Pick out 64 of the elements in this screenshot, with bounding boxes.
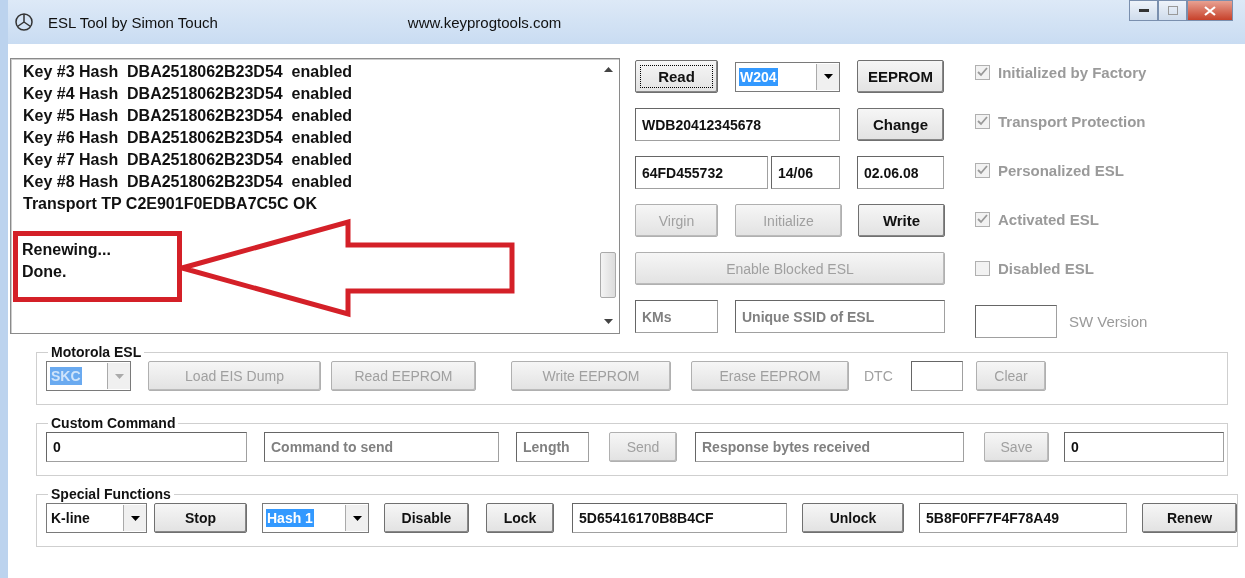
checkbox-label: Activated ESL xyxy=(998,210,1099,228)
input-field[interactable] xyxy=(911,361,963,391)
input-field[interactable]: 0 xyxy=(46,432,247,462)
star-emblem-icon xyxy=(14,12,34,32)
group-title: Motorola ESL xyxy=(50,344,143,360)
command-button[interactable]: Stop xyxy=(154,503,247,533)
checkbox[interactable] xyxy=(975,113,990,129)
command-button[interactable]: Lock xyxy=(486,503,554,533)
command-button[interactable]: Unlock xyxy=(802,503,904,533)
minimize-icon xyxy=(1138,8,1149,13)
scroll-down-icon[interactable] xyxy=(603,319,613,325)
scroll-up-icon[interactable] xyxy=(603,67,613,73)
checkbox-label: Transport Protection xyxy=(998,112,1146,130)
checkbox-label: Personalized ESL xyxy=(998,161,1124,179)
input-field[interactable]: 5B8F0FF7F4F78A49 xyxy=(919,503,1127,533)
minimize-button[interactable] xyxy=(1129,0,1158,21)
command-button[interactable]: Disable xyxy=(384,503,469,533)
checkbox-label: Initialized by Factory xyxy=(998,63,1147,81)
dropdown[interactable]: K-line xyxy=(46,503,147,533)
dropdown-value: W204 xyxy=(739,67,778,86)
dropdown-value: K-line xyxy=(50,509,91,527)
command-button[interactable]: Write xyxy=(858,204,945,237)
log-line: Key #5 Hash DBA2518062B23D54 enabled xyxy=(23,106,353,126)
command-button[interactable]: EEPROM xyxy=(857,60,944,93)
field-label: SW Version xyxy=(1069,313,1148,330)
command-button[interactable]: Read xyxy=(635,60,718,93)
log-line: Key #6 Hash DBA2518062B23D54 enabled xyxy=(23,128,353,148)
input-field[interactable]: 14/06 xyxy=(771,156,840,189)
checkbox-label: Disabled ESL xyxy=(998,259,1094,277)
dropdown-value: SKC xyxy=(50,367,82,385)
checkbox[interactable] xyxy=(975,162,990,178)
log-line: Renewing... xyxy=(22,240,111,260)
log-line: Key #3 Hash DBA2518062B23D54 enabled xyxy=(23,62,353,82)
checkbox[interactable] xyxy=(975,260,990,276)
close-icon xyxy=(1204,5,1216,16)
command-button[interactable]: Change xyxy=(857,108,944,141)
group-title: Special Functions xyxy=(50,486,172,502)
checkbox[interactable] xyxy=(975,64,990,80)
input-field[interactable]: 02.06.08 xyxy=(857,156,944,189)
input-field[interactable]: 64FD455732 xyxy=(635,156,768,189)
input-field[interactable] xyxy=(975,305,1057,338)
log-line: Done. xyxy=(22,262,67,282)
input-field[interactable]: KMs xyxy=(635,300,718,333)
dropdown-value: Hash 1 xyxy=(266,509,314,527)
input-field[interactable]: 0 xyxy=(1064,432,1224,462)
group-title: Custom Command xyxy=(50,415,177,431)
log-line: Key #8 Hash DBA2518062B23D54 enabled xyxy=(23,172,353,192)
maximize-icon xyxy=(1167,6,1178,15)
input-field[interactable]: Unique SSID of ESL xyxy=(735,300,945,333)
command-button[interactable]: Renew xyxy=(1142,503,1237,533)
close-button[interactable] xyxy=(1187,0,1233,21)
input-field[interactable]: Response bytes received xyxy=(695,432,964,462)
log-line: Key #4 Hash DBA2518062B23D54 enabled xyxy=(23,84,353,104)
input-field[interactable]: Length xyxy=(516,432,589,462)
input-field[interactable]: WDB20412345678 xyxy=(635,108,840,141)
input-field[interactable]: Command to send xyxy=(264,432,499,462)
website-url: www.keyprogtools.com xyxy=(407,13,562,31)
window-title: ESL Tool by Simon Touch xyxy=(48,13,218,31)
field-label: DTC xyxy=(864,368,894,384)
checkbox[interactable] xyxy=(975,211,990,227)
log-line: Key #7 Hash DBA2518062B23D54 enabled xyxy=(23,150,353,170)
input-field[interactable]: 5D65416170B8B4CF xyxy=(572,503,787,533)
log-line: Transport TP C2E901F0EDBA7C5C OK xyxy=(23,194,317,214)
scrollbar-thumb[interactable] xyxy=(600,252,616,298)
